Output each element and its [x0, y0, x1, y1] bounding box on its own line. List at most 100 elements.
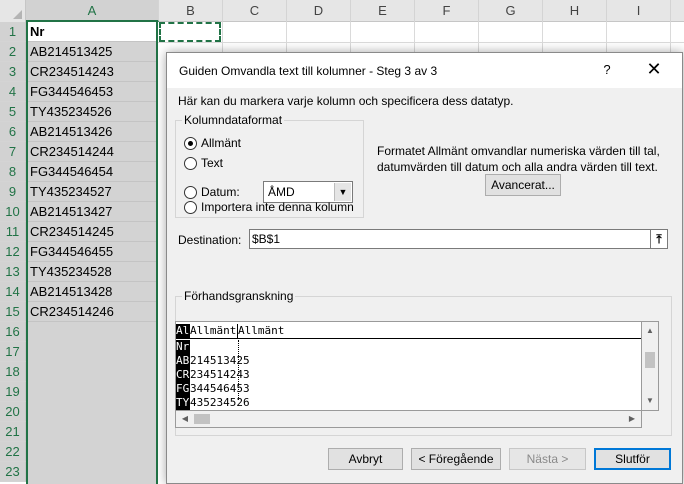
preview-cell: TY: [176, 396, 190, 410]
preview-cell: 234514243: [190, 368, 250, 381]
radio-skip-label: Importera inte denna kolumn: [201, 200, 354, 214]
radio-date[interactable]: Datum:: [184, 184, 240, 200]
cell-a[interactable]: AB214513427: [28, 202, 156, 222]
destination-input[interactable]: $B$1: [249, 229, 651, 249]
preview-column-header[interactable]: Allmänt: [176, 324, 190, 338]
text-to-columns-dialog: Guiden Omvandla text till kolumner - Ste…: [166, 52, 683, 484]
radio-skip[interactable]: Importera inte denna kolumn: [184, 199, 354, 215]
select-all-triangle-icon: [13, 10, 22, 19]
column-header-b[interactable]: B: [159, 0, 223, 22]
row-header[interactable]: 7: [0, 142, 26, 162]
column-format-title: Kolumndataformat: [182, 113, 285, 127]
row-header[interactable]: 15: [0, 302, 26, 322]
column-header-g[interactable]: G: [479, 0, 543, 22]
scroll-left-icon[interactable]: ◀: [178, 411, 192, 427]
row-header[interactable]: 18: [0, 362, 26, 382]
column-header-i[interactable]: I: [607, 0, 671, 22]
dialog-title-bar[interactable]: Guiden Omvandla text till kolumner - Ste…: [167, 53, 682, 88]
row-header[interactable]: 19: [0, 382, 26, 402]
preview-vertical-scrollbar[interactable]: ▲ ▼: [642, 321, 659, 411]
cell-a[interactable]: FG344546453: [28, 82, 156, 102]
row-header[interactable]: 22: [0, 442, 26, 462]
row-header[interactable]: 12: [0, 242, 26, 262]
scroll-down-icon[interactable]: ▼: [642, 394, 658, 408]
preview-horizontal-scrollbar[interactable]: ◀ ▶: [175, 411, 642, 428]
preview-column-header[interactable]: Allmänt: [190, 324, 238, 338]
row-header[interactable]: 6: [0, 122, 26, 142]
row-header[interactable]: 11: [0, 222, 26, 242]
cell-a[interactable]: TY435234528: [28, 262, 156, 282]
radio-checked-icon: [184, 136, 197, 150]
radio-unchecked-icon: [184, 185, 197, 199]
row-header[interactable]: 9: [0, 182, 26, 202]
scroll-thumb[interactable]: [194, 414, 210, 424]
preview-cell: AB: [176, 354, 190, 368]
row-header[interactable]: 14: [0, 282, 26, 302]
cell-a[interactable]: AB214513425: [28, 42, 156, 62]
row-header[interactable]: 1: [0, 22, 26, 42]
finish-button[interactable]: Slutför: [594, 448, 671, 470]
format-description: Formatet Allmänt omvandlar numeriska vär…: [377, 144, 660, 174]
radio-date-label: Datum:: [201, 185, 240, 199]
row-header[interactable]: 3: [0, 62, 26, 82]
row-header[interactable]: 8: [0, 162, 26, 182]
cancel-button[interactable]: Avbryt: [328, 448, 403, 470]
radio-general-label: Allmänt: [201, 136, 242, 150]
select-all-corner[interactable]: [0, 0, 26, 22]
scroll-up-icon[interactable]: ▲: [642, 324, 658, 338]
cell-a[interactable]: CR234514244: [28, 142, 156, 162]
scroll-right-icon[interactable]: ▶: [625, 411, 639, 427]
row-header[interactable]: 4: [0, 82, 26, 102]
column-header-f[interactable]: F: [415, 0, 479, 22]
radio-unchecked-icon: [184, 156, 197, 170]
preview-cell: 344546453: [190, 382, 250, 395]
preview-column-header[interactable]: Allmänt: [238, 324, 314, 338]
cell-a[interactable]: CR234514243: [28, 62, 156, 82]
row-header[interactable]: 17: [0, 342, 26, 362]
close-button[interactable]: ✕: [643, 59, 665, 81]
cell-a1[interactable]: Nr: [28, 22, 156, 42]
cell-a[interactable]: TY435234527: [28, 182, 156, 202]
row-header[interactable]: 10: [0, 202, 26, 222]
destination-label: Destination:: [178, 233, 242, 247]
advanced-button[interactable]: Avancerat...: [485, 174, 561, 196]
radio-general[interactable]: Allmänt: [184, 135, 241, 151]
preview-cell: FG: [176, 382, 190, 396]
preview-pane[interactable]: Allmänt Allmänt Allmänt Nr AB214513425 C…: [175, 321, 642, 411]
row-header[interactable]: 2: [0, 42, 26, 62]
preview-cell: CR: [176, 368, 190, 382]
cell-a[interactable]: FG344546454: [28, 162, 156, 182]
row-header[interactable]: 16: [0, 322, 26, 342]
back-button[interactable]: < Föregående: [411, 448, 501, 470]
row-header[interactable]: 20: [0, 402, 26, 422]
preview-title: Förhandsgranskning: [182, 289, 296, 303]
cell-a[interactable]: CR234514245: [28, 222, 156, 242]
intro-text: Här kan du markera varje kolumn och spec…: [178, 94, 514, 108]
dialog-title: Guiden Omvandla text till kolumner - Ste…: [179, 64, 438, 78]
row-header[interactable]: 13: [0, 262, 26, 282]
row-header[interactable]: 5: [0, 102, 26, 122]
cell-a[interactable]: TY435234526: [28, 102, 156, 122]
column-header-e[interactable]: E: [351, 0, 415, 22]
row-header[interactable]: 21: [0, 422, 26, 442]
scroll-thumb[interactable]: [645, 352, 655, 368]
row-header[interactable]: 23: [0, 462, 26, 482]
preview-cell: 435234526: [190, 396, 250, 409]
destination-marquee: [159, 22, 221, 42]
column-format-group: Kolumndataformat Allmänt Text Datum: ÅMD…: [175, 113, 364, 218]
radio-text[interactable]: Text: [184, 155, 223, 171]
help-button[interactable]: ?: [599, 62, 615, 77]
cell-a[interactable]: FG344546455: [28, 242, 156, 262]
cell-a[interactable]: AB214513426: [28, 122, 156, 142]
column-header-a[interactable]: A: [26, 0, 159, 22]
column-header-d[interactable]: D: [287, 0, 351, 22]
radio-text-label: Text: [201, 156, 224, 170]
cell-a[interactable]: CR234514246: [28, 302, 156, 322]
column-header-h[interactable]: H: [543, 0, 607, 22]
next-button[interactable]: Nästa >: [509, 448, 586, 470]
preview-cell: Nr: [176, 340, 190, 354]
collapse-dialog-icon[interactable]: ⤒: [650, 229, 668, 249]
cell-a[interactable]: AB214513428: [28, 282, 156, 302]
column-header-c[interactable]: C: [223, 0, 287, 22]
date-format-value: ÅMD: [268, 185, 295, 199]
